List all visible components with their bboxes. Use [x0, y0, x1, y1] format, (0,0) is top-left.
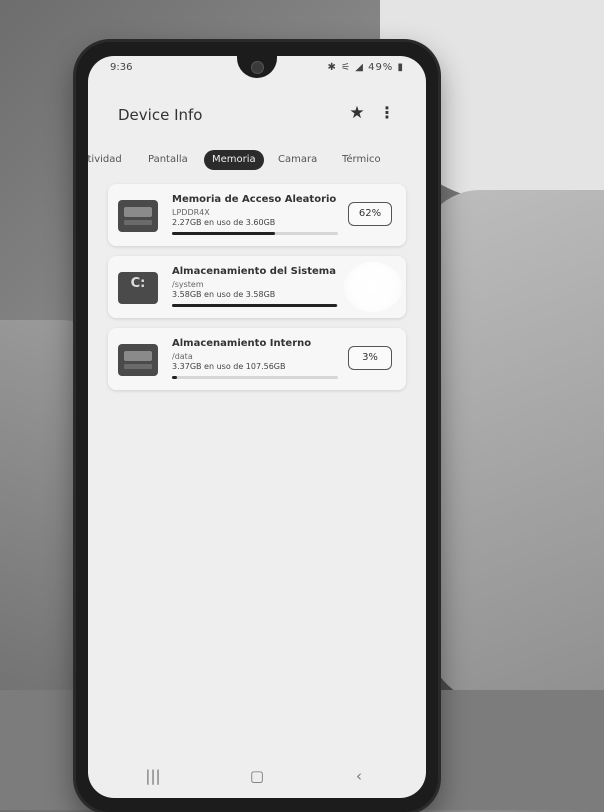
progress-bar	[172, 304, 338, 307]
tab-actividad[interactable]: ctividad	[88, 150, 122, 170]
percent-badge: 3%	[348, 346, 392, 370]
tab-camara[interactable]: Camara	[278, 150, 317, 170]
card-system-storage[interactable]: C: Almacenamiento del Sistema /system 3.…	[108, 256, 406, 318]
more-vert-icon[interactable]: ⋮	[378, 102, 396, 124]
status-time: 9:36	[110, 62, 133, 73]
card-usage: 3.37GB en uso de 107.56GB	[172, 362, 286, 371]
card-title: Almacenamiento Interno	[172, 338, 312, 349]
card-ram[interactable]: Memoria de Acceso Aleatorio LPDDR4X 2.27…	[108, 184, 406, 246]
home-icon[interactable]: ▢	[242, 764, 272, 788]
star-icon[interactable]: ★	[346, 102, 368, 124]
recents-icon[interactable]: |||	[138, 764, 168, 788]
tab-pantalla[interactable]: Pantalla	[148, 150, 188, 170]
drive-icon: C:	[118, 272, 158, 304]
back-icon[interactable]: ‹	[344, 764, 374, 788]
drive-glyph: C:	[130, 276, 146, 291]
phone-screen: 9:36 ✱ ⚟ ◢ 49% ▮ Device Info ★ ⋮ ctivida…	[88, 56, 426, 798]
tab-bar: ctividad Pantalla Memoria Camara Térmico	[88, 146, 426, 176]
card-subtitle: /data	[172, 352, 193, 361]
card-subtitle: /system	[172, 280, 204, 289]
progress-bar	[172, 376, 338, 379]
app-bar: Device Info ★ ⋮	[88, 86, 426, 142]
percent-badge: 62%	[348, 202, 392, 226]
card-usage: 2.27GB en uso de 3.60GB	[172, 218, 276, 227]
status-icons: ✱ ⚟ ◢ 49% ▮	[327, 62, 404, 73]
card-internal-storage[interactable]: Almacenamiento Interno /data 3.37GB en u…	[108, 328, 406, 390]
card-title: Almacenamiento del Sistema	[172, 266, 336, 277]
card-usage: 3.58GB en uso de 3.58GB	[172, 290, 276, 299]
progress-bar	[172, 232, 338, 235]
tab-memoria[interactable]: Memoria	[204, 150, 264, 170]
tab-termico[interactable]: Térmico	[342, 150, 381, 170]
front-camera-icon	[251, 61, 264, 74]
progress-fill	[172, 376, 177, 379]
progress-fill	[172, 304, 338, 307]
storage-icon	[118, 344, 158, 376]
ram-chip-icon	[118, 200, 158, 232]
phone-device: 9:36 ✱ ⚟ ◢ 49% ▮ Device Info ★ ⋮ ctivida…	[76, 42, 438, 812]
app-title: Device Info	[118, 106, 203, 124]
navigation-bar: ||| ▢ ‹	[88, 756, 426, 798]
background-hand-right	[420, 190, 604, 710]
camera-glare	[344, 262, 402, 312]
card-title: Memoria de Acceso Aleatorio	[172, 194, 337, 205]
progress-fill	[172, 232, 275, 235]
card-subtitle: LPDDR4X	[172, 208, 210, 217]
